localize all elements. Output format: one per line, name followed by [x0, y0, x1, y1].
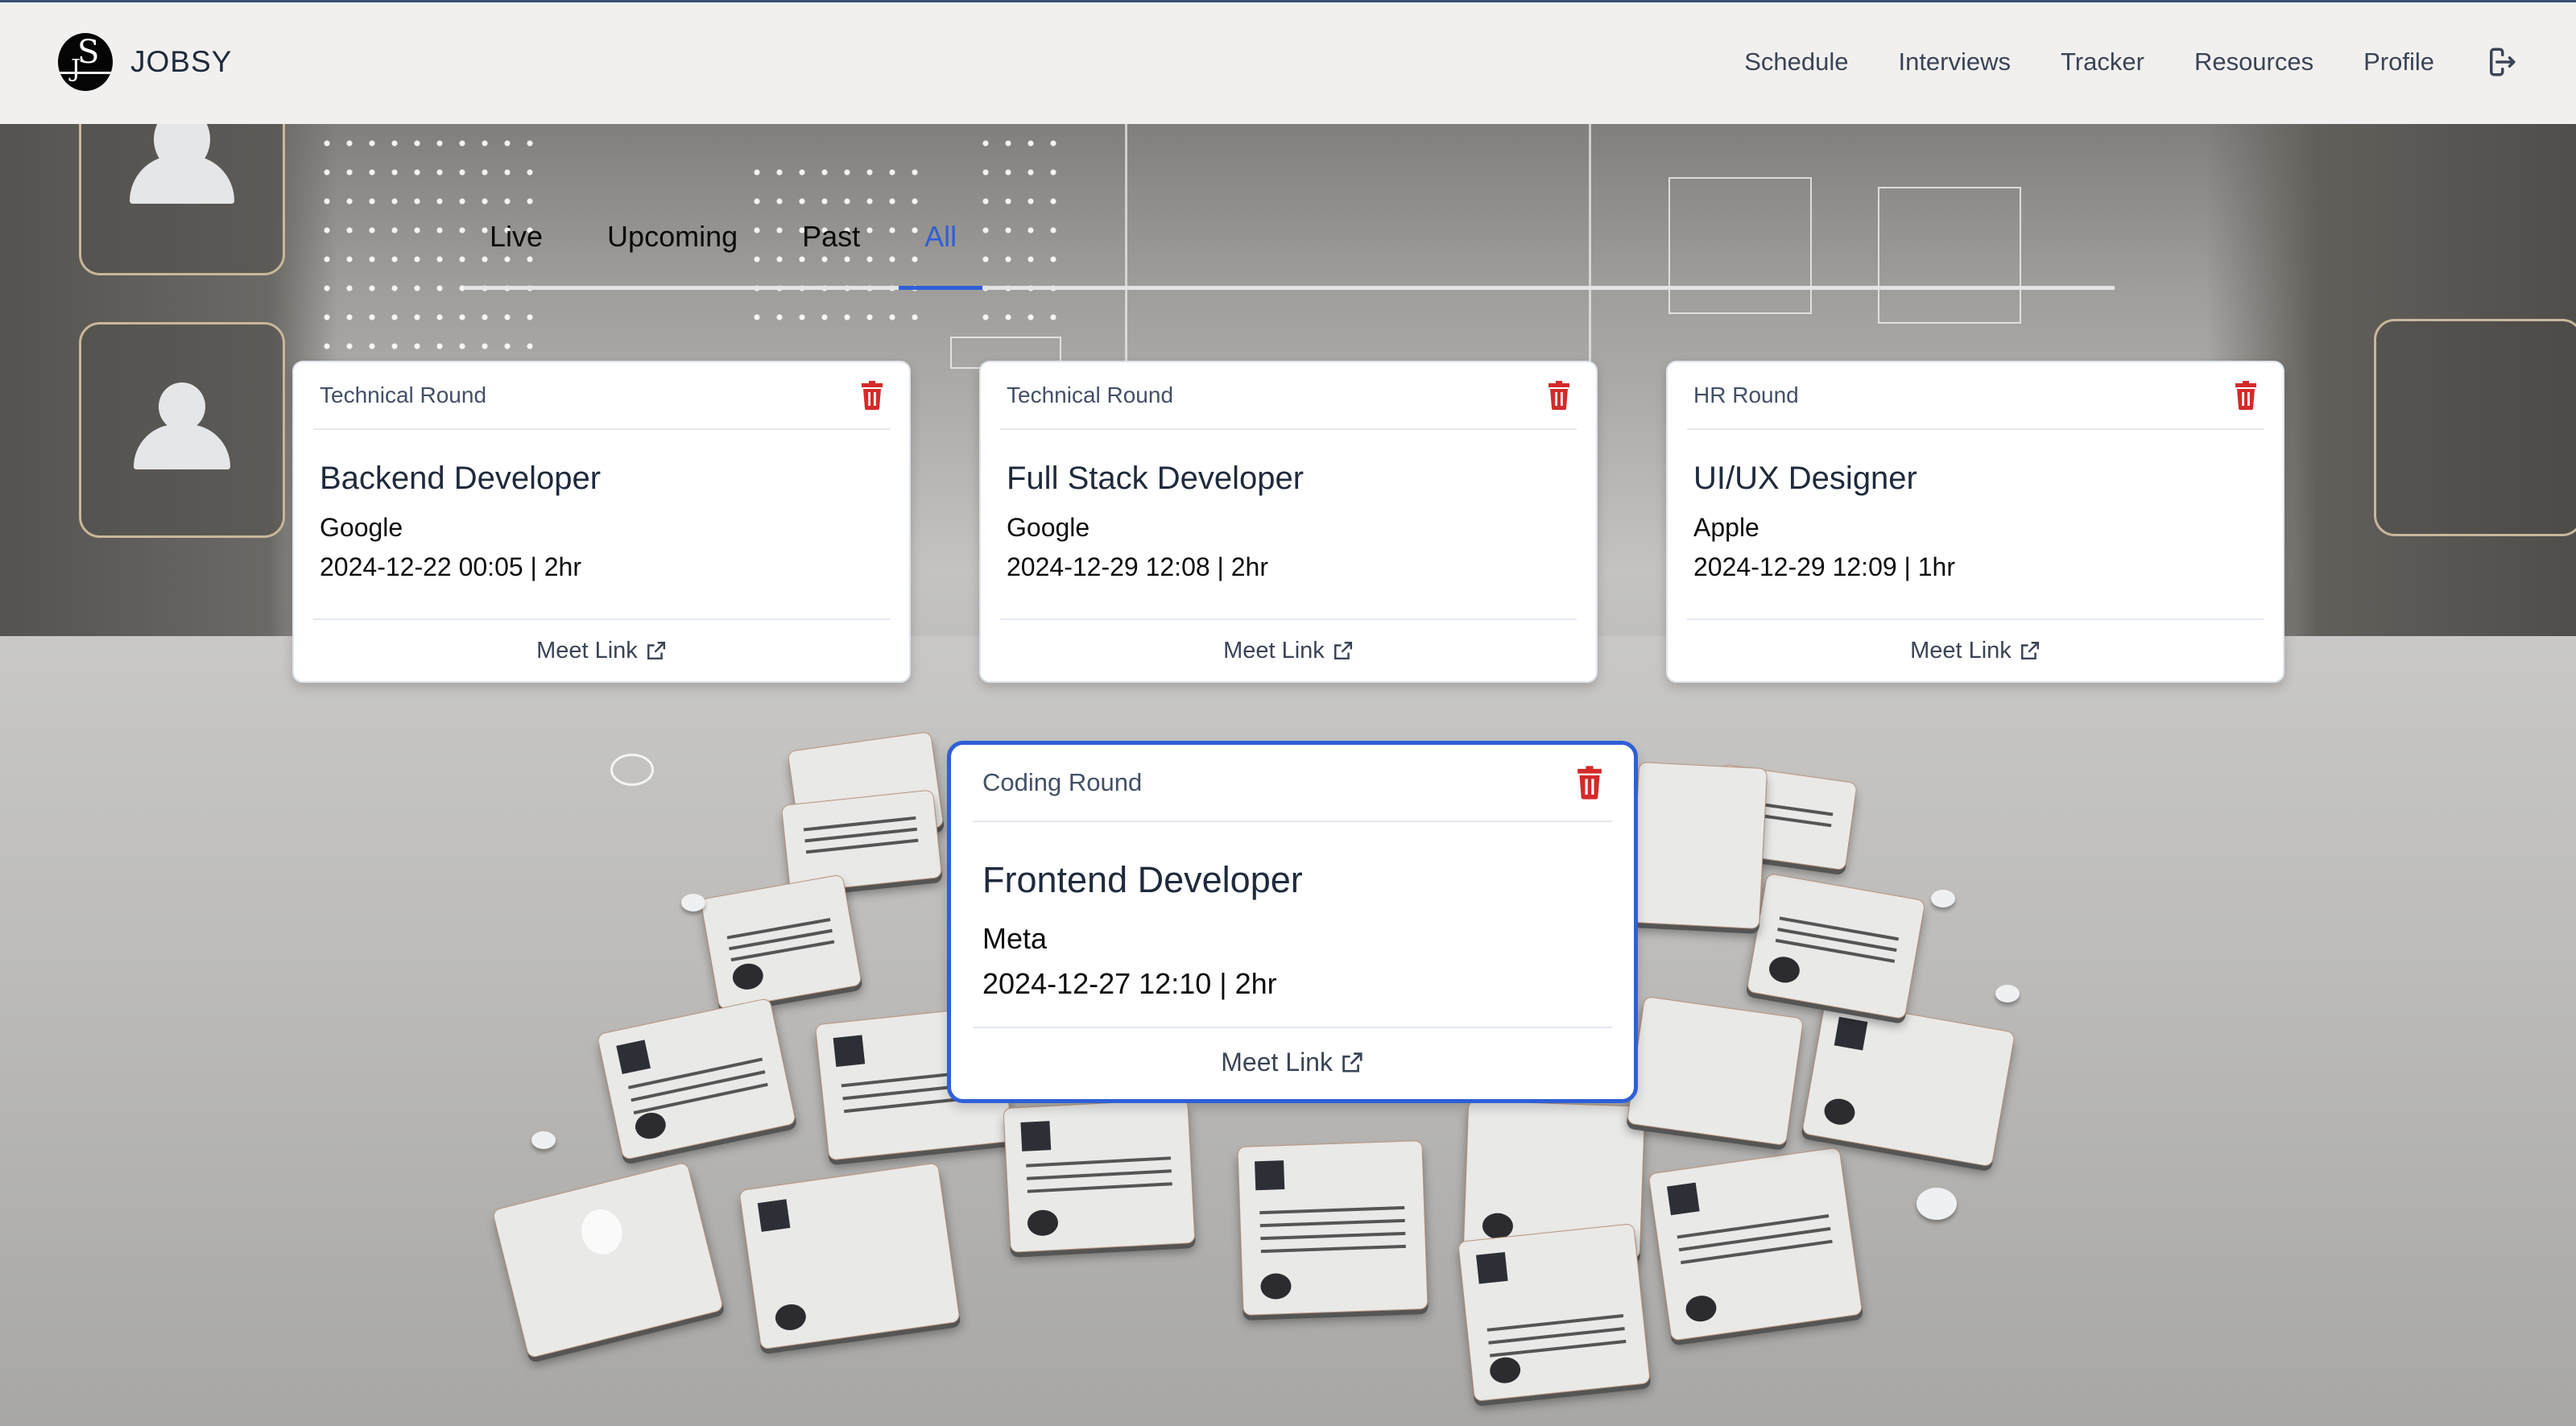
tab-live[interactable]: Live — [464, 220, 569, 290]
meet-link[interactable]: Meet Link — [1223, 638, 1354, 664]
brand-logo-link[interactable]: SJ JOBSY — [58, 33, 232, 91]
background-resume-card — [780, 789, 943, 894]
person-body — [130, 155, 234, 204]
navbar: SJ JOBSY Schedule Interviews Tracker Res… — [0, 0, 2576, 124]
trash-icon[interactable] — [1548, 380, 1570, 411]
interview-card[interactable]: HR Round UI/UX Designer Apple 2024-12-29… — [1666, 361, 2284, 683]
external-link-icon — [647, 641, 665, 660]
background-pebble — [1995, 985, 2020, 1002]
background-resume-card — [1648, 1147, 1863, 1341]
meet-link-label: Meet Link — [536, 637, 638, 663]
card-header: Technical Round — [1000, 362, 1577, 430]
background-resume-card — [1237, 1140, 1429, 1316]
nav-link-tracker[interactable]: Tracker — [2061, 48, 2144, 76]
card-footer: Meet Link — [1000, 618, 1577, 681]
nav-link-profile[interactable]: Profile — [2363, 48, 2434, 76]
interview-round-label: HR Round — [1693, 382, 1799, 407]
nav-links: Schedule Interviews Tracker Resources Pr… — [1744, 48, 2434, 76]
interview-datetime: 2024-12-29 12:08 | 2hr — [1007, 552, 1268, 581]
interview-role: Full Stack Developer — [1007, 461, 1305, 496]
external-link-icon — [1342, 1052, 1362, 1073]
background-ring — [610, 754, 654, 786]
card-body: Full Stack Developer Google 2024-12-29 1… — [981, 430, 1596, 618]
logout-icon[interactable] — [2484, 44, 2518, 80]
top-border — [0, 0, 2576, 2]
background-image — [0, 0, 2576, 1426]
meet-link[interactable]: Meet Link — [1221, 1048, 1364, 1077]
meet-link-label: Meet Link — [1910, 637, 2012, 663]
background-profile-frame — [79, 322, 285, 538]
interview-datetime: 2024-12-29 12:09 | 1hr — [1693, 552, 1955, 581]
interview-company: Meta — [982, 922, 1048, 955]
background-resume-card — [1626, 995, 1805, 1147]
person-body — [134, 424, 230, 469]
meet-link[interactable]: Meet Link — [1910, 638, 2041, 664]
card-footer: Meet Link — [1687, 618, 2264, 681]
trash-icon[interactable] — [1577, 766, 1602, 800]
nav-link-schedule[interactable]: Schedule — [1744, 48, 1848, 76]
external-link-icon — [2020, 641, 2039, 660]
interview-card[interactable]: Technical Round Full Stack Developer Goo… — [979, 361, 1598, 683]
background-pebble — [681, 894, 705, 911]
meet-link-label: Meet Link — [1221, 1047, 1333, 1077]
meet-link-label: Meet Link — [1223, 637, 1325, 663]
interview-company: Google — [320, 513, 403, 542]
meet-link[interactable]: Meet Link — [536, 638, 667, 664]
card-body: Backend Developer Google 2024-12-22 00:0… — [294, 430, 909, 618]
background-frame — [2374, 319, 2576, 536]
interview-round-label: Coding Round — [982, 768, 1143, 796]
interview-company: Google — [1007, 513, 1090, 542]
nav-link-resources[interactable]: Resources — [2194, 48, 2313, 76]
interview-role: UI/UX Designer — [1693, 461, 1917, 496]
card-header: HR Round — [1687, 362, 2264, 430]
interview-datetime: 2024-12-22 00:05 | 2hr — [320, 552, 581, 581]
interview-card-highlighted[interactable]: Coding Round Frontend Developer Meta 202… — [947, 741, 1638, 1103]
trash-icon[interactable] — [2235, 380, 2257, 411]
background-resume-card — [1003, 1098, 1196, 1253]
interview-role: Frontend Developer — [982, 859, 1303, 900]
tab-past[interactable]: Past — [776, 220, 886, 290]
background-resume-card — [1458, 1223, 1651, 1402]
interview-filter-tabs: Live Upcoming Past All — [464, 217, 2115, 290]
interview-round-label: Technical Round — [1007, 382, 1174, 407]
tab-upcoming[interactable]: Upcoming — [581, 220, 763, 290]
background-pebble — [1916, 1188, 1957, 1220]
interview-datetime: 2024-12-27 12:10 | 2hr — [982, 967, 1277, 1000]
background-resume-card — [1630, 761, 1768, 930]
background-resume-card — [738, 1162, 961, 1350]
card-footer: Meet Link — [313, 618, 890, 681]
jobsy-logo-icon: SJ — [58, 33, 113, 91]
card-header: Technical Round — [313, 362, 890, 430]
interview-role: Backend Developer — [320, 461, 602, 496]
background-pebble — [531, 1131, 556, 1149]
card-body: Frontend Developer Meta 2024-12-27 12:10… — [951, 822, 1634, 1027]
card-footer: Meet Link — [973, 1027, 1612, 1096]
external-link-icon — [1333, 641, 1352, 660]
interview-round-label: Technical Round — [320, 382, 487, 407]
brand-name: JOBSY — [130, 45, 233, 78]
tab-all[interactable]: All — [899, 220, 983, 290]
nav-link-interviews[interactable]: Interviews — [1898, 48, 2011, 76]
background-pebble — [1931, 890, 1955, 907]
interview-card[interactable]: Technical Round Backend Developer Google… — [292, 361, 911, 683]
card-body: UI/UX Designer Apple 2024-12-29 12:09 | … — [1668, 430, 2283, 618]
interview-company: Apple — [1693, 513, 1759, 542]
card-header: Coding Round — [973, 745, 1612, 822]
person-head — [159, 382, 205, 431]
trash-icon[interactable] — [861, 380, 883, 411]
